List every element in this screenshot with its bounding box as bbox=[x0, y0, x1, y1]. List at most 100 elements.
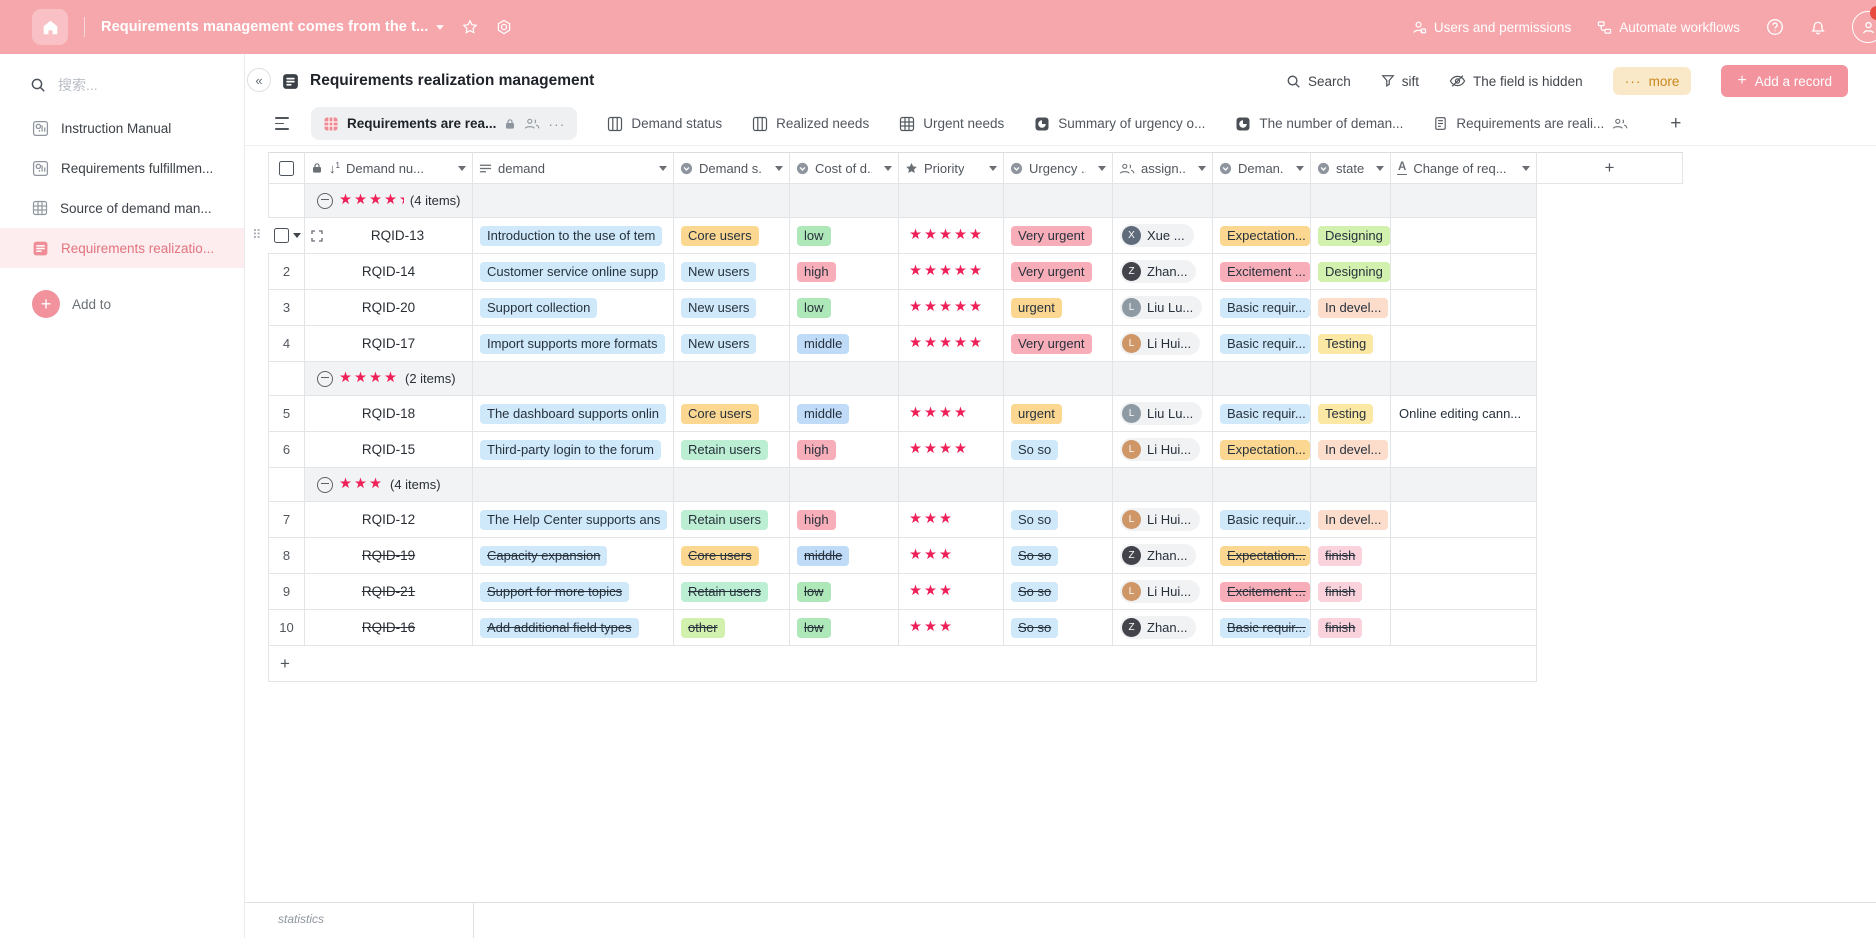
automate-workflows-button[interactable]: Automate workflows bbox=[1597, 20, 1740, 35]
users-and-permissions-button[interactable]: Users and permissions bbox=[1412, 20, 1571, 35]
cell-change-of-requirement[interactable] bbox=[1391, 326, 1537, 362]
cell-cost[interactable]: high bbox=[790, 502, 899, 538]
group-toggle-cell[interactable]: ★★★(4 items) bbox=[305, 468, 473, 502]
cell-priority[interactable]: ★★★★★ bbox=[899, 218, 1004, 254]
select-all-checkbox[interactable] bbox=[279, 161, 294, 176]
cell-urgency[interactable]: So so bbox=[1004, 502, 1113, 538]
group-toggle-cell[interactable]: ★★★★★(4 items) bbox=[305, 184, 473, 218]
cell-change-of-requirement[interactable] bbox=[1391, 218, 1537, 254]
sidebar-item-1[interactable]: Requirements fulfillmen... bbox=[0, 148, 244, 188]
cell-demand[interactable]: Third-party login to the forum bbox=[473, 432, 674, 468]
column-menu-caret-icon[interactable] bbox=[989, 166, 997, 171]
notifications-bell-icon[interactable] bbox=[1810, 19, 1826, 35]
row-gutter-cell[interactable]: 4 bbox=[268, 326, 305, 362]
view-tab-5[interactable]: Requirements are reali... bbox=[1433, 116, 1628, 131]
cell-demand-source[interactable]: Retain users bbox=[674, 574, 790, 610]
cell-demand-number[interactable]: RQID-16 bbox=[305, 610, 473, 646]
cell-demand-number[interactable]: RQID-19 bbox=[305, 538, 473, 574]
cell-urgency[interactable]: Very urgent bbox=[1004, 326, 1113, 362]
cell-demand-type[interactable]: Basic requir... bbox=[1213, 396, 1311, 432]
add-field-icon[interactable]: + bbox=[1605, 158, 1615, 178]
column-header-cost[interactable]: Cost of d... bbox=[790, 152, 899, 184]
column-menu-caret-icon[interactable] bbox=[659, 166, 667, 171]
row-gutter-cell[interactable]: 7 bbox=[268, 502, 305, 538]
column-header-add[interactable]: + bbox=[1537, 152, 1683, 184]
cell-urgency[interactable]: So so bbox=[1004, 538, 1113, 574]
cell-demand-number[interactable]: RQID-20 bbox=[305, 290, 473, 326]
cell-demand-source[interactable]: Retain users bbox=[674, 432, 790, 468]
row-gutter-cell[interactable]: 5 bbox=[268, 396, 305, 432]
cell-priority[interactable]: ★★★ bbox=[899, 538, 1004, 574]
cell-demand[interactable]: The Help Center supports ans bbox=[473, 502, 674, 538]
cell-state[interactable]: In devel... bbox=[1311, 502, 1391, 538]
column-header-source[interactable]: Demand s... bbox=[674, 152, 790, 184]
column-menu-caret-icon[interactable] bbox=[458, 166, 466, 171]
cell-priority[interactable]: ★★★★ bbox=[899, 396, 1004, 432]
filter-sift-button[interactable]: sift bbox=[1381, 74, 1419, 89]
cell-change-of-requirement[interactable] bbox=[1391, 290, 1537, 326]
cell-cost[interactable]: low bbox=[790, 610, 899, 646]
cell-urgency[interactable]: Very urgent bbox=[1004, 254, 1113, 290]
cell-demand[interactable]: The dashboard supports onlin bbox=[473, 396, 674, 432]
add-view-button[interactable]: + bbox=[1670, 113, 1681, 135]
row-gutter-cell[interactable] bbox=[268, 218, 305, 254]
cell-state[interactable]: Testing bbox=[1311, 326, 1391, 362]
column-menu-caret-icon[interactable] bbox=[1376, 166, 1384, 171]
cell-urgency[interactable]: urgent bbox=[1004, 290, 1113, 326]
column-menu-caret-icon[interactable] bbox=[775, 166, 783, 171]
add-row-button[interactable]: + bbox=[268, 646, 1537, 682]
cell-urgency[interactable]: Very urgent bbox=[1004, 218, 1113, 254]
column-menu-caret-icon[interactable] bbox=[1198, 166, 1206, 171]
cell-urgency[interactable]: So so bbox=[1004, 432, 1113, 468]
column-menu-caret-icon[interactable] bbox=[884, 166, 892, 171]
cell-demand-type[interactable]: Basic requir... bbox=[1213, 610, 1311, 646]
cell-assignee[interactable]: LLiu Lu... bbox=[1113, 290, 1213, 326]
cell-state[interactable]: Testing bbox=[1311, 396, 1391, 432]
home-button[interactable] bbox=[32, 9, 68, 45]
column-menu-caret-icon[interactable] bbox=[1098, 166, 1106, 171]
cell-demand[interactable]: Support collection bbox=[473, 290, 674, 326]
sidebar-item-0[interactable]: Instruction Manual bbox=[0, 108, 244, 148]
cell-demand-type[interactable]: Expectation... bbox=[1213, 218, 1311, 254]
cell-demand-type[interactable]: Excitement ... bbox=[1213, 254, 1311, 290]
cell-cost[interactable]: high bbox=[790, 254, 899, 290]
cell-assignee[interactable]: LLi Hui... bbox=[1113, 502, 1213, 538]
cell-state[interactable]: finish bbox=[1311, 538, 1391, 574]
column-header-id[interactable]: ↓1Demand nu... bbox=[305, 152, 473, 184]
cell-demand-source[interactable]: New users bbox=[674, 254, 790, 290]
cell-state[interactable]: In devel... bbox=[1311, 432, 1391, 468]
cell-demand-type[interactable]: Basic requir... bbox=[1213, 290, 1311, 326]
add-to-button[interactable]: + Add to bbox=[32, 290, 244, 318]
sidebar-search-input[interactable] bbox=[56, 76, 190, 94]
cell-state[interactable]: In devel... bbox=[1311, 290, 1391, 326]
cell-cost[interactable]: low bbox=[790, 574, 899, 610]
group-toggle-cell[interactable]: ★★★★(2 items) bbox=[305, 362, 473, 396]
cell-assignee[interactable]: XXue ... bbox=[1113, 218, 1213, 254]
cell-demand-number[interactable]: RQID-14 bbox=[305, 254, 473, 290]
cell-demand-number[interactable]: RQID-21 bbox=[305, 574, 473, 610]
cell-cost[interactable]: middle bbox=[790, 538, 899, 574]
badge-settings-icon[interactable] bbox=[496, 19, 512, 35]
cell-priority[interactable]: ★★★ bbox=[899, 574, 1004, 610]
cell-demand-source[interactable]: Retain users bbox=[674, 502, 790, 538]
cell-assignee[interactable]: LLiu Lu... bbox=[1113, 396, 1213, 432]
sidebar-item-3[interactable]: Requirements realizatio... bbox=[0, 228, 244, 268]
doc-title-caret-icon[interactable] bbox=[436, 25, 444, 30]
collapse-group-icon[interactable] bbox=[317, 371, 333, 387]
column-header-demand[interactable]: demand bbox=[473, 152, 674, 184]
cell-change-of-requirement[interactable] bbox=[1391, 502, 1537, 538]
tab-requirements-are-realized[interactable]: Requirements are rea... ··· bbox=[311, 107, 577, 140]
cell-state[interactable]: finish bbox=[1311, 574, 1391, 610]
cell-assignee[interactable]: LLi Hui... bbox=[1113, 326, 1213, 362]
column-header-urgency[interactable]: Urgency ... bbox=[1004, 152, 1113, 184]
row-gutter-cell[interactable]: 10 bbox=[268, 610, 305, 646]
collapse-group-icon[interactable] bbox=[317, 477, 333, 493]
document-title[interactable]: Requirements management comes from the t… bbox=[101, 19, 428, 35]
collapse-group-icon[interactable] bbox=[317, 193, 333, 209]
cell-demand-type[interactable]: Basic requir... bbox=[1213, 326, 1311, 362]
cell-demand-number[interactable]: RQID-18 bbox=[305, 396, 473, 432]
hidden-fields-button[interactable]: The field is hidden bbox=[1449, 74, 1583, 89]
column-header-assign[interactable]: assign... bbox=[1113, 152, 1213, 184]
cell-change-of-requirement[interactable] bbox=[1391, 574, 1537, 610]
cell-demand-number[interactable]: RQID-15 bbox=[305, 432, 473, 468]
